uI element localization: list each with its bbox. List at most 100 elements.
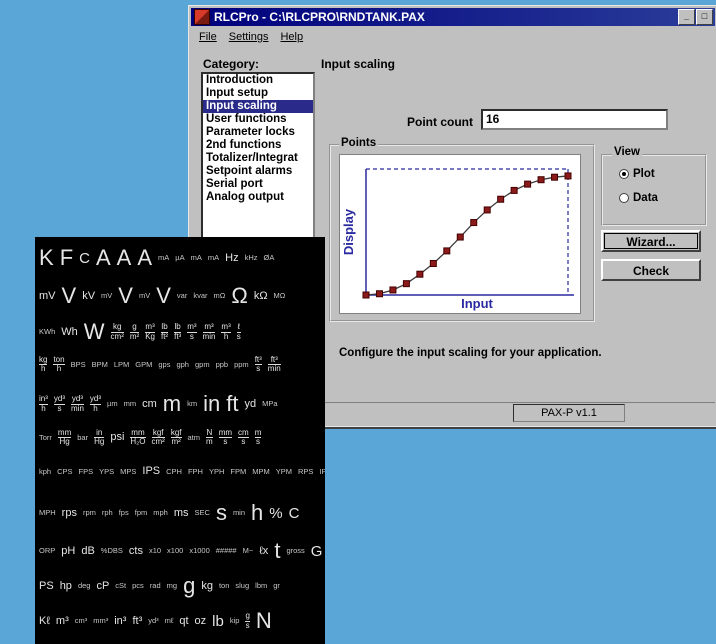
unit-symbol: ft	[226, 391, 239, 416]
unit-symbol: YPM	[275, 466, 292, 476]
data-point	[456, 233, 464, 241]
unit-symbol: C	[288, 504, 300, 522]
status-message: Configure the input scaling for your app…	[339, 347, 602, 359]
unit-symbol: ms	[254, 428, 262, 447]
unit-symbol: in³ h	[39, 394, 48, 413]
unit-symbol: cSt	[115, 581, 127, 591]
unit-symbol: LPM	[113, 360, 130, 370]
menu-help[interactable]: Help	[280, 31, 303, 43]
unit-symbol: ØA	[263, 253, 275, 263]
unit-symbol: rph	[101, 508, 113, 518]
unit-symbol: yd³ h	[89, 394, 102, 413]
unit-symbol: gph	[176, 360, 189, 370]
view-groupbox	[601, 154, 707, 226]
unit-symbol: BPS	[70, 360, 86, 370]
unit-symbol: SEC	[194, 508, 210, 518]
category-item[interactable]: User functions	[203, 113, 313, 126]
category-item[interactable]: Input scaling	[203, 100, 313, 113]
unit-symbol: mm Hg	[57, 428, 72, 447]
version-label: PAX-P v1.1	[513, 404, 625, 422]
data-point	[510, 186, 518, 194]
unit-symbol: CPS	[57, 466, 73, 476]
unit-symbol: g m²	[129, 322, 140, 341]
unit-symbol: mV	[101, 291, 113, 301]
category-item[interactable]: 2nd functions	[203, 139, 313, 152]
check-button[interactable]: Check	[601, 259, 701, 281]
unit-symbol: gs	[245, 611, 250, 630]
unit-symbol: m³ h	[221, 322, 231, 341]
unit-symbol: kip	[229, 616, 240, 626]
unit-symbol: mm	[123, 399, 137, 409]
unit-symbol: MΩ	[273, 291, 286, 301]
unit-symbol: V	[61, 283, 77, 308]
unit-symbol: ton	[218, 581, 230, 591]
unit-symbol: yd³ s	[53, 394, 66, 413]
unit-symbol: pH	[61, 544, 76, 557]
data-point	[429, 260, 437, 267]
unit-symbol: qt	[179, 614, 189, 627]
unit-symbol: kgf cm²	[151, 428, 165, 447]
view-data-radio[interactable]: Data	[619, 192, 658, 204]
data-point	[443, 247, 451, 255]
menu-settings[interactable]: Settings	[229, 31, 269, 43]
unit-symbol: V	[156, 283, 171, 308]
scaling-plot: Input Display	[339, 154, 581, 314]
radio-unchecked-icon	[619, 193, 629, 203]
unit-symbol: V	[118, 283, 133, 308]
unit-symbol: t	[274, 538, 281, 563]
wizard-button[interactable]: Wizard...	[601, 230, 701, 252]
category-item[interactable]: Serial port	[203, 178, 313, 191]
unit-symbol: lb ft²	[160, 322, 169, 341]
data-point	[389, 286, 397, 294]
view-data-label: Data	[633, 192, 658, 204]
unit-symbol: FPH	[187, 466, 203, 476]
maximize-icon[interactable]: □	[696, 9, 713, 25]
unit-symbol: x100	[167, 546, 184, 556]
minimize-icon[interactable]: _	[678, 9, 695, 25]
menu-file[interactable]: File	[199, 31, 217, 43]
unit-symbol: rps	[61, 506, 77, 519]
unit-symbol: kV	[82, 289, 96, 302]
unit-symbol: KWh	[39, 327, 56, 337]
unit-symbol: lbm	[255, 581, 268, 591]
point-count-label: Point count	[407, 115, 473, 129]
data-point	[362, 291, 370, 299]
unit-symbol: RPS	[298, 466, 314, 476]
symbol-row: Torr mm Hg bar in Hg psi mm H₂O kgf cm² kgf m² atm Nm m…	[35, 428, 262, 447]
unit-symbol: mA	[207, 253, 220, 263]
unit-symbol: F	[59, 245, 74, 270]
data-point	[551, 173, 559, 181]
unit-symbol: CPH	[166, 466, 182, 476]
category-item[interactable]: Input setup	[203, 87, 313, 100]
category-list[interactable]: Introduction Input setup Input scaling User…	[201, 72, 315, 241]
symbol-row: kg h ton h BPS BPM LPM GPM gps gph gpm ppb ppm ft³ s ft…	[35, 355, 281, 374]
unit-symbol: mm³	[93, 616, 109, 626]
unit-symbol: deg	[77, 581, 91, 591]
unit-symbol: x10	[148, 546, 162, 556]
category-item[interactable]: Totalizer/Integrat	[203, 152, 313, 165]
data-point	[402, 280, 410, 288]
window-title: RLCPro - C:\RLCPRO\RNDTANK.PAX	[214, 10, 425, 24]
points-label: Points	[339, 137, 379, 149]
view-plot-radio[interactable]: Plot	[619, 168, 655, 180]
category-item[interactable]: Setpoint alarms	[203, 165, 313, 178]
unit-symbol: yd³ min	[71, 394, 84, 413]
unit-symbol: N	[255, 608, 272, 633]
category-item[interactable]: Analog output	[203, 191, 313, 204]
unit-symbol: YPS	[99, 466, 115, 476]
unit-symbol: mΩ	[213, 291, 226, 301]
unit-symbol: kHz	[244, 253, 258, 263]
unit-symbol: MPH	[39, 508, 56, 518]
y-axis-label: Display	[341, 208, 356, 255]
title-bar[interactable]: RLCPro - C:\RLCPRO\RNDTANK.PAX _ □	[191, 8, 715, 26]
unit-symbol: cm	[142, 397, 157, 410]
unit-symbol: rad	[149, 581, 161, 591]
point-count-input[interactable]: 16	[481, 109, 668, 130]
category-item[interactable]: Introduction	[203, 74, 313, 87]
category-item[interactable]: Parameter locks	[203, 126, 313, 139]
unit-symbol: A	[95, 245, 111, 270]
unit-symbol: %	[269, 504, 283, 522]
unit-symbol: fpm	[134, 508, 148, 518]
data-point	[483, 206, 491, 214]
scaling-chart: Input Display	[341, 168, 574, 311]
